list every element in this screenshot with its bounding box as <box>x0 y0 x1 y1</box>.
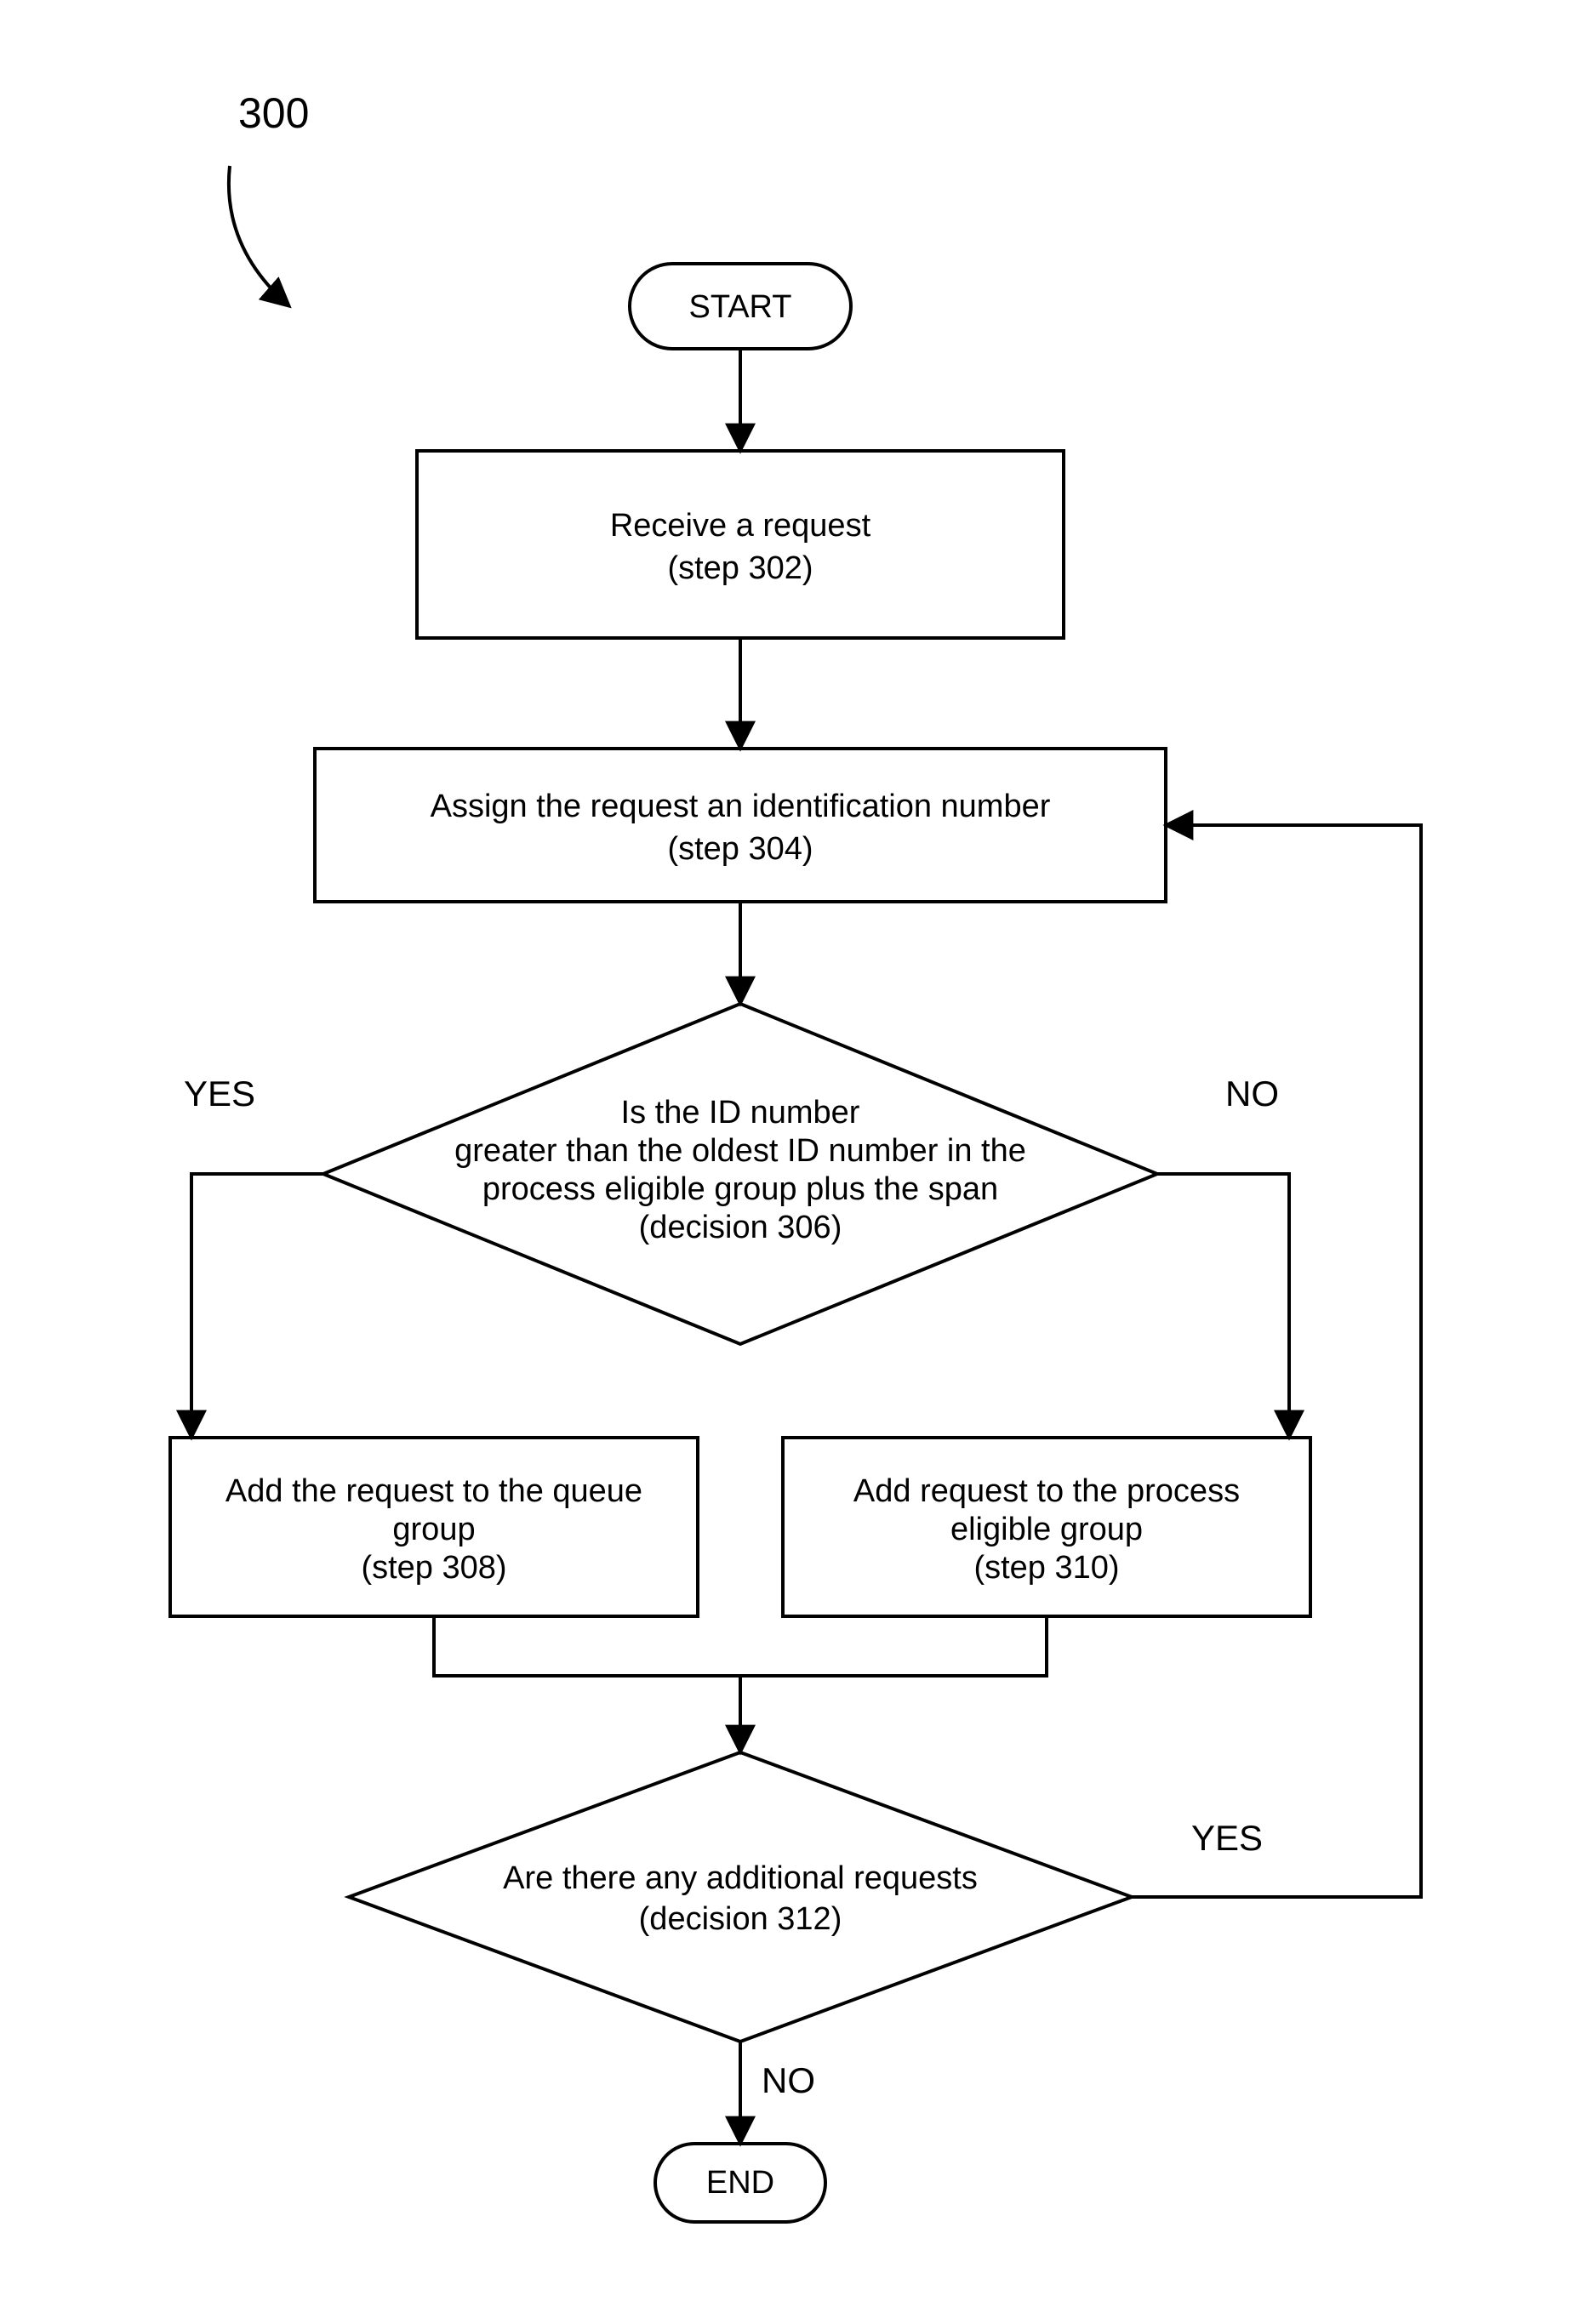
decision-306-line3: process eligible group plus the span <box>482 1171 998 1207</box>
decision-312-line2: (decision 312) <box>639 1901 842 1937</box>
edge-308-merge <box>434 1616 740 1676</box>
decision-312-yes-label: YES <box>1191 1818 1263 1858</box>
step-304-line1: Assign the request an identification num… <box>431 789 1051 824</box>
step-310-line3: (step 310) <box>973 1550 1119 1586</box>
step-310-line2: eligible group <box>950 1512 1143 1547</box>
decision-312-no-label: NO <box>762 2060 815 2100</box>
edge-310-merge <box>740 1616 1047 1676</box>
decision-312-diamond <box>349 1752 1132 2042</box>
edge-306-308 <box>191 1174 323 1438</box>
step-302-box <box>417 451 1064 638</box>
edge-312-loop <box>1132 825 1421 1897</box>
step-302-line1: Receive a request <box>610 508 871 544</box>
step-310-line1: Add request to the process <box>853 1473 1240 1509</box>
step-304-box <box>315 749 1166 902</box>
decision-306-line2: greater than the oldest ID number in the <box>454 1133 1026 1169</box>
edge-306-310 <box>1157 1174 1289 1438</box>
figure-reference: 300 <box>238 89 309 137</box>
end-label: END <box>706 2165 774 2201</box>
figure-pointer-arrow <box>229 166 289 306</box>
decision-312-line1: Are there any additional requests <box>503 1860 978 1896</box>
step-308-line3: (step 308) <box>361 1550 506 1586</box>
start-label: START <box>688 289 791 325</box>
step-308-line1: Add the request to the queue <box>225 1473 642 1509</box>
decision-306-line4: (decision 306) <box>639 1210 842 1245</box>
step-302-line2: (step 302) <box>667 550 813 586</box>
step-304-line2: (step 304) <box>667 831 813 867</box>
decision-306-yes-label: YES <box>184 1074 255 1114</box>
flowchart-canvas: 300 START Receive a request (step 302) A… <box>0 0 1581 2324</box>
step-308-line2: group <box>392 1512 475 1547</box>
decision-306-line1: Is the ID number <box>621 1095 860 1131</box>
decision-306-no-label: NO <box>1225 1074 1279 1114</box>
